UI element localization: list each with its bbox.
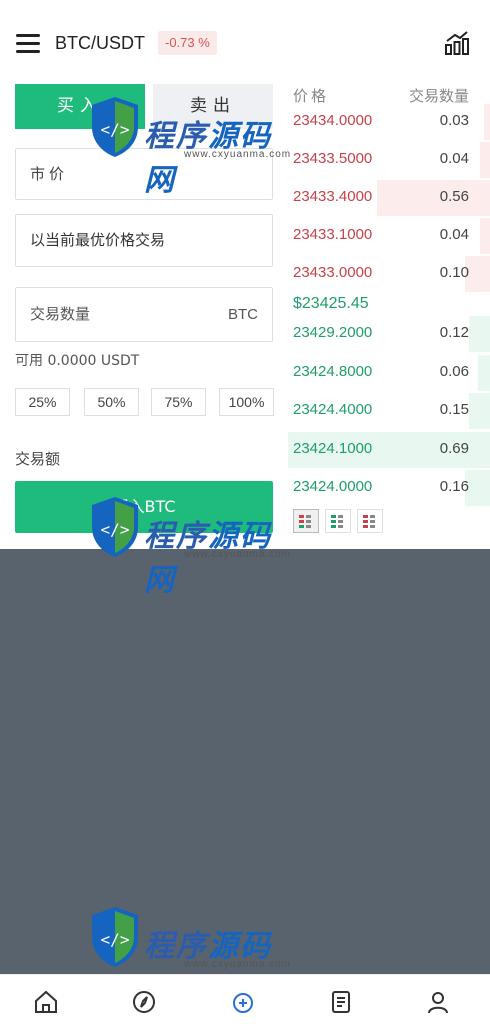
bid-price: 23424.1000 xyxy=(293,439,373,457)
ask-price: 23433.5000 xyxy=(293,150,373,167)
ask-depth-bar xyxy=(377,180,490,216)
orderbook-qty-header: 交易数量 xyxy=(408,87,469,105)
ask-qty: 0.04 xyxy=(439,150,469,167)
bid-row[interactable]: 23424.8000 0.06 xyxy=(284,354,490,391)
top-bar: BTC/USDT -0.73 % xyxy=(0,0,490,80)
watermark: </> 程序源码网 www.cxyuanma.com xyxy=(88,95,298,198)
bid-price: 23424.0000 xyxy=(293,478,373,495)
compass-icon[interactable] xyxy=(131,989,157,1015)
shield-logo-icon: </> xyxy=(92,907,138,967)
bid-row[interactable]: 23424.0000 0.16 xyxy=(284,470,490,506)
shield-logo-icon: </> xyxy=(92,497,138,557)
bid-row[interactable]: 23424.4000 0.15 xyxy=(284,393,490,429)
bid-price: 23424.8000 xyxy=(293,362,373,380)
chart-icon[interactable] xyxy=(444,30,470,56)
bid-row[interactable]: 23424.1000 0.69 xyxy=(284,431,490,468)
bid-qty: 0.06 xyxy=(439,362,469,380)
trading-pair[interactable]: BTC/USDT xyxy=(55,33,145,54)
bottom-tab-bar xyxy=(0,974,490,1024)
last-price: $23425.45 xyxy=(293,295,369,312)
profile-icon[interactable] xyxy=(425,989,451,1015)
ask-qty: 0.04 xyxy=(439,226,469,243)
ask-row[interactable]: 23434.0000 0.03 xyxy=(284,104,490,140)
bid-qty: 0.69 xyxy=(439,439,469,457)
ask-row[interactable]: 23433.0000 0.10 xyxy=(284,256,490,292)
svg-text:</>: </> xyxy=(101,520,130,539)
ask-row[interactable]: 23433.1000 0.04 xyxy=(284,218,490,254)
bid-price: 23429.2000 xyxy=(293,324,373,341)
home-icon[interactable] xyxy=(33,989,59,1015)
watermark: </> 程序源码网 www.cxyuanma.com xyxy=(88,905,298,1008)
shield-logo-icon: </> xyxy=(92,97,138,157)
quantity-input[interactable]: 交易数量 BTC xyxy=(15,287,273,342)
ask-qty: 0.10 xyxy=(439,264,469,281)
available-balance: 可用 0.0000 USDT xyxy=(15,353,140,369)
bid-row[interactable]: 23429.2000 0.12 xyxy=(284,316,490,352)
ask-depth-bar xyxy=(484,104,490,140)
quantity-unit: BTC xyxy=(228,306,258,323)
watermark: </> 程序源码网 www.cxyuanma.com xyxy=(88,495,298,598)
percent-100-button[interactable]: 100% xyxy=(219,388,274,416)
bid-qty: 0.16 xyxy=(439,478,469,495)
bid-depth-bar xyxy=(478,354,490,391)
percent-25-button[interactable]: 25% xyxy=(15,388,70,416)
ask-row[interactable]: 23433.4000 0.56 xyxy=(284,180,490,216)
orderbook-price-header: 价格 xyxy=(293,87,330,105)
ask-price: 23433.1000 xyxy=(293,226,373,243)
bid-qty: 0.12 xyxy=(439,324,469,341)
ask-depth-bar xyxy=(480,142,490,178)
quantity-placeholder: 交易数量 xyxy=(30,305,91,323)
ask-depth-bar xyxy=(480,218,490,254)
ask-price: 23433.0000 xyxy=(293,264,373,281)
trade-icon[interactable] xyxy=(230,989,256,1015)
ask-price: 23434.0000 xyxy=(293,112,373,129)
orderbook-bids-view-icon[interactable] xyxy=(325,509,351,533)
trade-amount-label: 交易额 xyxy=(15,450,61,468)
ask-qty: 0.03 xyxy=(439,112,469,129)
bid-qty: 0.15 xyxy=(439,401,469,418)
orders-icon[interactable] xyxy=(328,989,354,1015)
price-change-badge: -0.73 % xyxy=(158,31,217,55)
bid-depth-bar xyxy=(469,316,490,352)
bid-depth-bar xyxy=(469,393,490,429)
ask-qty: 0.56 xyxy=(439,188,469,205)
orderbook-asks-view-icon[interactable] xyxy=(357,509,383,533)
menu-icon[interactable] xyxy=(16,34,40,54)
ask-row[interactable]: 23433.5000 0.04 xyxy=(284,142,490,178)
ask-price: 23433.4000 xyxy=(293,188,373,205)
svg-text:</>: </> xyxy=(101,930,130,949)
bid-price: 23424.4000 xyxy=(293,401,373,418)
svg-text:</>: </> xyxy=(101,120,130,139)
percent-50-button[interactable]: 50% xyxy=(84,388,139,416)
price-mode-field[interactable]: 以当前最优价格交易 xyxy=(15,214,273,267)
percent-75-button[interactable]: 75% xyxy=(151,388,206,416)
